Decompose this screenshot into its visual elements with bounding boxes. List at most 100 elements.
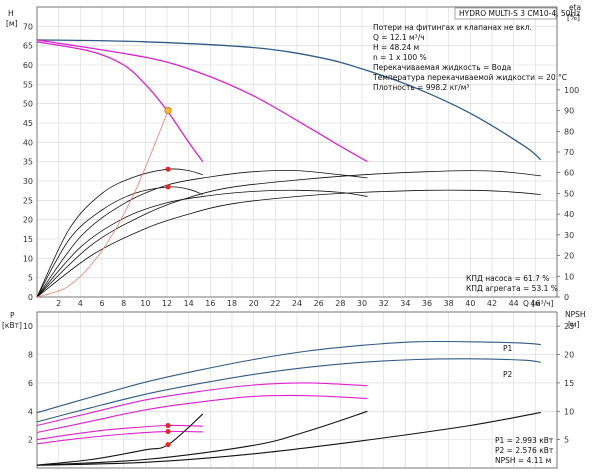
top-y-tick-label: 40 xyxy=(23,138,33,147)
info-line-0: Потери на фитингах и клапанах не вкл. xyxy=(373,23,532,32)
info-line-2: H = 48.24 м xyxy=(373,43,419,52)
info-line-5: Температура перекачиваемой жидкости = 20… xyxy=(372,73,567,82)
bottom-y2-label: NPSH xyxy=(565,310,586,319)
efficiency-curve xyxy=(36,170,368,298)
top-x-tick-label: 12 xyxy=(162,299,172,308)
top-eta-tick-label: 90 xyxy=(564,107,574,116)
bottom-npsh-ticks: 510152025 xyxy=(557,322,574,445)
info-line-3: n = 1 x 100 % xyxy=(373,53,427,62)
efficiency-curve xyxy=(36,189,368,298)
top-y-tick-label: 35 xyxy=(23,158,33,167)
top-x-tick-label: 18 xyxy=(227,299,237,308)
top-x-tick-label: 20 xyxy=(249,299,259,308)
bottom-series-group xyxy=(36,340,541,466)
pump-efficiency-label: КПД насоса = 61.7 % xyxy=(466,274,549,283)
legend-p1: P1 xyxy=(503,344,513,353)
bottom-y-unit: [кВт] xyxy=(2,321,22,330)
top-y-tick-label: 70 xyxy=(23,22,33,31)
top-x-tick-label: 32 xyxy=(379,299,389,308)
npsh-curve xyxy=(36,411,541,466)
top-x-tick-label: 26 xyxy=(314,299,324,308)
top-y-tick-label: 60 xyxy=(23,61,33,70)
top-x-tick-label: 2 xyxy=(56,299,61,308)
top-y-tick-label: 25 xyxy=(23,196,33,205)
top-y-tick-label: 20 xyxy=(23,216,33,225)
top-eta-ticks: 0 10 20 30 40 50 60 70 80 90 100 xyxy=(557,86,579,302)
top-x-unit: [м³/ч] xyxy=(532,299,554,308)
chart-title: HYDRO MULTI-S 3 CM10-4, 50Hz xyxy=(459,9,580,18)
top-x-tick-label: 14 xyxy=(184,299,194,308)
bottom-y-tick-label: 10 xyxy=(23,322,33,331)
top-eta-tick-label: 70 xyxy=(564,148,574,157)
top-x-tick-label: 38 xyxy=(444,299,454,308)
bottom-npsh-tick-label: 10 xyxy=(564,407,574,416)
power-duty-point xyxy=(165,428,171,434)
top-y-tick-label: 0 xyxy=(28,293,33,302)
head-curve xyxy=(36,39,542,161)
top-y-label: H xyxy=(8,9,14,18)
top-x-tick-label: 44 xyxy=(509,299,519,308)
p1-value-label: P1 = 2.993 кВт xyxy=(495,436,554,445)
top-eta-tick-label: 30 xyxy=(564,231,574,240)
info-line-1: Q = 12.1 м³/ч xyxy=(373,33,425,42)
info-line-6: Плотность = 998.2 кг/м³ xyxy=(373,83,469,92)
top-x-tick-label: 36 xyxy=(422,299,432,308)
bottom-y-tick-label: 8 xyxy=(28,351,33,360)
top-eta-tick-label: 50 xyxy=(564,189,574,198)
top-y-unit: [м] xyxy=(6,19,18,28)
top-y-tick-label: 45 xyxy=(23,119,33,128)
top-eta-tick-label: 60 xyxy=(564,169,574,178)
bottom-npsh-tick-label: 20 xyxy=(564,351,574,360)
top-eta-tick-label: 0 xyxy=(564,293,569,302)
top-x-tick-label: 10 xyxy=(140,299,150,308)
top-x-ticks: 2 4 6 8 10 12 14 16 18 20 22 24 26 28 30 32 34 36 38 40 42 44… xyxy=(56,299,540,308)
unit-efficiency-label: КПД агрегата = 53.1 % xyxy=(466,284,558,293)
bottom-y-tick-label: 2 xyxy=(28,436,33,445)
top-x-tick-label: 30 xyxy=(357,299,367,308)
top-x-tick-label: 6 xyxy=(99,299,104,308)
power-curve xyxy=(36,382,368,427)
npsh-value-label: NPSH = 4.11 м xyxy=(495,456,551,465)
power-duty-point xyxy=(165,423,171,429)
top-x-tick-label: 4 xyxy=(78,299,83,308)
power-curve xyxy=(36,358,541,423)
bottom-y2-unit: [м] xyxy=(568,320,580,329)
top-x-tick-label: 8 xyxy=(121,299,126,308)
top-x-tick-label: 34 xyxy=(400,299,410,308)
head-curve xyxy=(36,39,368,163)
top-grid xyxy=(37,7,557,297)
top-y-tick-label: 5 xyxy=(28,274,33,283)
top-eta-tick-label: 40 xyxy=(564,210,574,219)
top-y-tick-label: 50 xyxy=(23,100,33,109)
bottom-y-tick-label: 6 xyxy=(28,379,33,388)
pump-curve-chart: 2 4 6 8 10 12 14 16 18 20 22 24 26 28 30 32 34 36 38 40 42 44… xyxy=(2,3,586,469)
legend-p2: P2 xyxy=(503,370,513,379)
info-block: Потери на фитингах и клапанах не вкл. Q … xyxy=(372,23,567,92)
bottom-y-ticks: 2 4 6 8 10 xyxy=(23,322,33,444)
top-eta-tick-label: 80 xyxy=(564,127,574,136)
bottom-npsh-tick-label: 15 xyxy=(564,379,574,388)
top-eta-tick-label: 20 xyxy=(564,252,574,261)
top-y-tick-label: 15 xyxy=(23,235,33,244)
top-x-label: Q xyxy=(523,299,529,308)
efficiency-duty-point xyxy=(165,166,171,172)
bottom-npsh-tick-label: 5 xyxy=(564,436,569,445)
system-curve xyxy=(36,110,169,298)
top-x-tick-label: 42 xyxy=(487,299,497,308)
top-y-ticks: 0 5 10 15 20 25 30 35 40 45 50 55 60 65 70 xyxy=(23,22,33,302)
top-y-tick-label: 10 xyxy=(23,254,33,263)
top-eta-tick-label: 100 xyxy=(564,86,579,95)
top-y-tick-label: 30 xyxy=(23,177,33,186)
top-y-tick-label: 65 xyxy=(23,42,33,51)
efficiency-duty-point xyxy=(165,184,171,190)
top-x-tick-label: 24 xyxy=(292,299,302,308)
top-eta-tick-label: 10 xyxy=(564,272,574,281)
head-curve xyxy=(36,41,204,163)
bottom-y-label: P xyxy=(10,311,15,320)
top-y-tick-label: 55 xyxy=(23,80,33,89)
top-x-tick-label: 40 xyxy=(465,299,475,308)
top-x-tick-label: 22 xyxy=(270,299,280,308)
duty-point xyxy=(164,106,172,115)
top-x-tick-label: 16 xyxy=(205,299,215,308)
top-x-tick-label: 28 xyxy=(335,299,345,308)
